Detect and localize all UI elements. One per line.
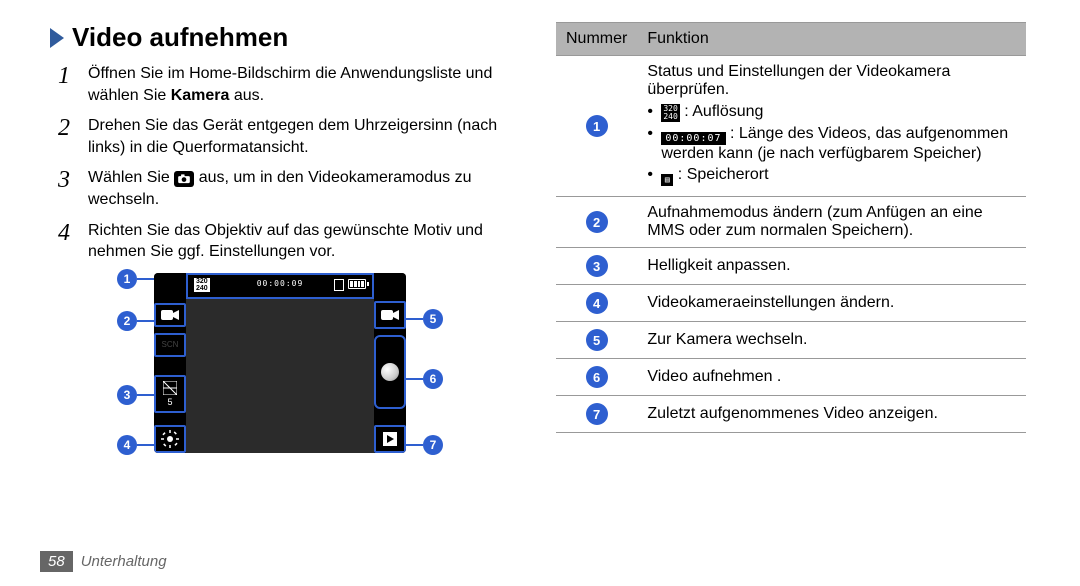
row-function-cell: Videokameraeinstellungen ändern.: [637, 285, 1026, 322]
chevron-right-icon: [50, 28, 64, 48]
row-number-icon: 4: [586, 292, 608, 314]
step-number: 3: [50, 167, 78, 192]
battery-icon: [348, 279, 366, 289]
step-text: Richten Sie das Objektiv auf das gewünsc…: [88, 220, 510, 263]
storage-icon: [334, 279, 344, 291]
row-number-icon: 2: [586, 211, 608, 233]
row-function-cell: Helligkeit anpassen.: [637, 248, 1026, 285]
brightness-icon: 5: [154, 375, 186, 413]
callout-4: 4: [117, 435, 137, 455]
steps-list: 1 Öffnen Sie im Home-Bildschirm die Anwe…: [50, 63, 510, 263]
row-bullet: 320240 : Auflösung: [647, 103, 1016, 122]
camera-screen: 320 240 00:00:09 SCN 5: [154, 273, 406, 453]
callout-3: 3: [117, 385, 137, 405]
switch-to-camera-icon: [374, 301, 406, 329]
video-mode-icon: [154, 303, 186, 327]
left-column: Video aufnehmen 1 Öffnen Sie im Home-Bil…: [50, 22, 510, 453]
step-item: 3 Wählen Sie aus, um in den Videokameram…: [50, 167, 510, 210]
callout-line: [403, 318, 423, 320]
table-header-number: Nummer: [556, 23, 637, 56]
table-row: 6 Video aufnehmen .: [556, 359, 1026, 396]
step-item: 2 Drehen Sie das Gerät entgegen dem Uhrz…: [50, 115, 510, 158]
section-name: Unterhaltung: [81, 553, 167, 570]
callout-line: [403, 378, 423, 380]
step-item: 4 Richten Sie das Objektiv auf das gewün…: [50, 220, 510, 263]
resolution-mini-icon: 320240: [661, 104, 679, 122]
step-text: Wählen Sie aus, um in den Videokameramod…: [88, 167, 510, 210]
page-footer: 58 Unterhaltung: [40, 551, 167, 572]
callout-1: 1: [117, 269, 137, 289]
heading-text: Video aufnehmen: [72, 22, 288, 53]
step-text: Öffnen Sie im Home-Bildschirm die Anwend…: [88, 63, 510, 106]
row-function-cell: Video aufnehmen .: [637, 359, 1026, 396]
table-row: 2 Aufnahmemodus ändern (zum Anfügen an e…: [556, 197, 1026, 248]
storage-mini-icon: ▤: [661, 174, 673, 186]
row-function-cell: Aufnahmemodus ändern (zum Anfügen an ein…: [637, 197, 1026, 248]
camera-status-bar: 320 240 00:00:09: [186, 273, 374, 299]
resolution-badge: 320 240: [194, 278, 210, 292]
callout-6: 6: [423, 369, 443, 389]
table-row: 3 Helligkeit anpassen.: [556, 248, 1026, 285]
reference-table: Nummer Funktion 1 Status und Einstellung…: [556, 22, 1026, 433]
table-row: 4 Videokameraeinstellungen ändern.: [556, 285, 1026, 322]
page-number: 58: [40, 551, 73, 572]
section-heading: Video aufnehmen: [50, 22, 510, 53]
timecode-label: 00:00:09: [257, 279, 304, 288]
timecode-mini-icon: 00:00:07: [661, 132, 725, 145]
row-function-cell: Zuletzt aufgenommenes Video anzeigen.: [637, 396, 1026, 433]
row-number-icon: 1: [586, 115, 608, 137]
step-item: 1 Öffnen Sie im Home-Bildschirm die Anwe…: [50, 63, 510, 106]
row-function-cell: Status und Einstellungen der Videokamera…: [637, 56, 1026, 197]
step-text: Drehen Sie das Gerät entgegen dem Uhrzei…: [88, 115, 510, 158]
step-number: 2: [50, 115, 78, 140]
row-number-icon: 6: [586, 366, 608, 388]
step-number: 1: [50, 63, 78, 88]
row-bullet: 00:00:07 : Länge des Videos, das aufgeno…: [647, 125, 1016, 163]
table-row: 5 Zur Kamera wechseln.: [556, 322, 1026, 359]
play-last-icon: [374, 425, 406, 453]
right-column: Nummer Funktion 1 Status und Einstellung…: [556, 22, 1026, 453]
record-button: [374, 335, 406, 409]
scene-mode-icon: SCN: [154, 333, 186, 357]
callout-5: 5: [423, 309, 443, 329]
row-number-icon: 5: [586, 329, 608, 351]
camera-icon: [174, 171, 194, 187]
row-number-icon: 3: [586, 255, 608, 277]
callout-2: 2: [117, 311, 137, 331]
row-intro: Status und Einstellungen der Videokamera…: [647, 63, 950, 98]
row-function-cell: Zur Kamera wechseln.: [637, 322, 1026, 359]
step-number: 4: [50, 220, 78, 245]
table-row: 1 Status und Einstellungen der Videokame…: [556, 56, 1026, 197]
callout-line: [403, 444, 423, 446]
table-header-function: Funktion: [637, 23, 1026, 56]
callout-7: 7: [423, 435, 443, 455]
row-number-icon: 7: [586, 403, 608, 425]
settings-icon: [154, 425, 186, 453]
camera-preview-diagram: 1 2 3 4 5 6 7 320 240: [115, 273, 445, 453]
table-row: 7 Zuletzt aufgenommenes Video anzeigen.: [556, 396, 1026, 433]
row-bullet: ▤ : Speicherort: [647, 166, 1016, 186]
